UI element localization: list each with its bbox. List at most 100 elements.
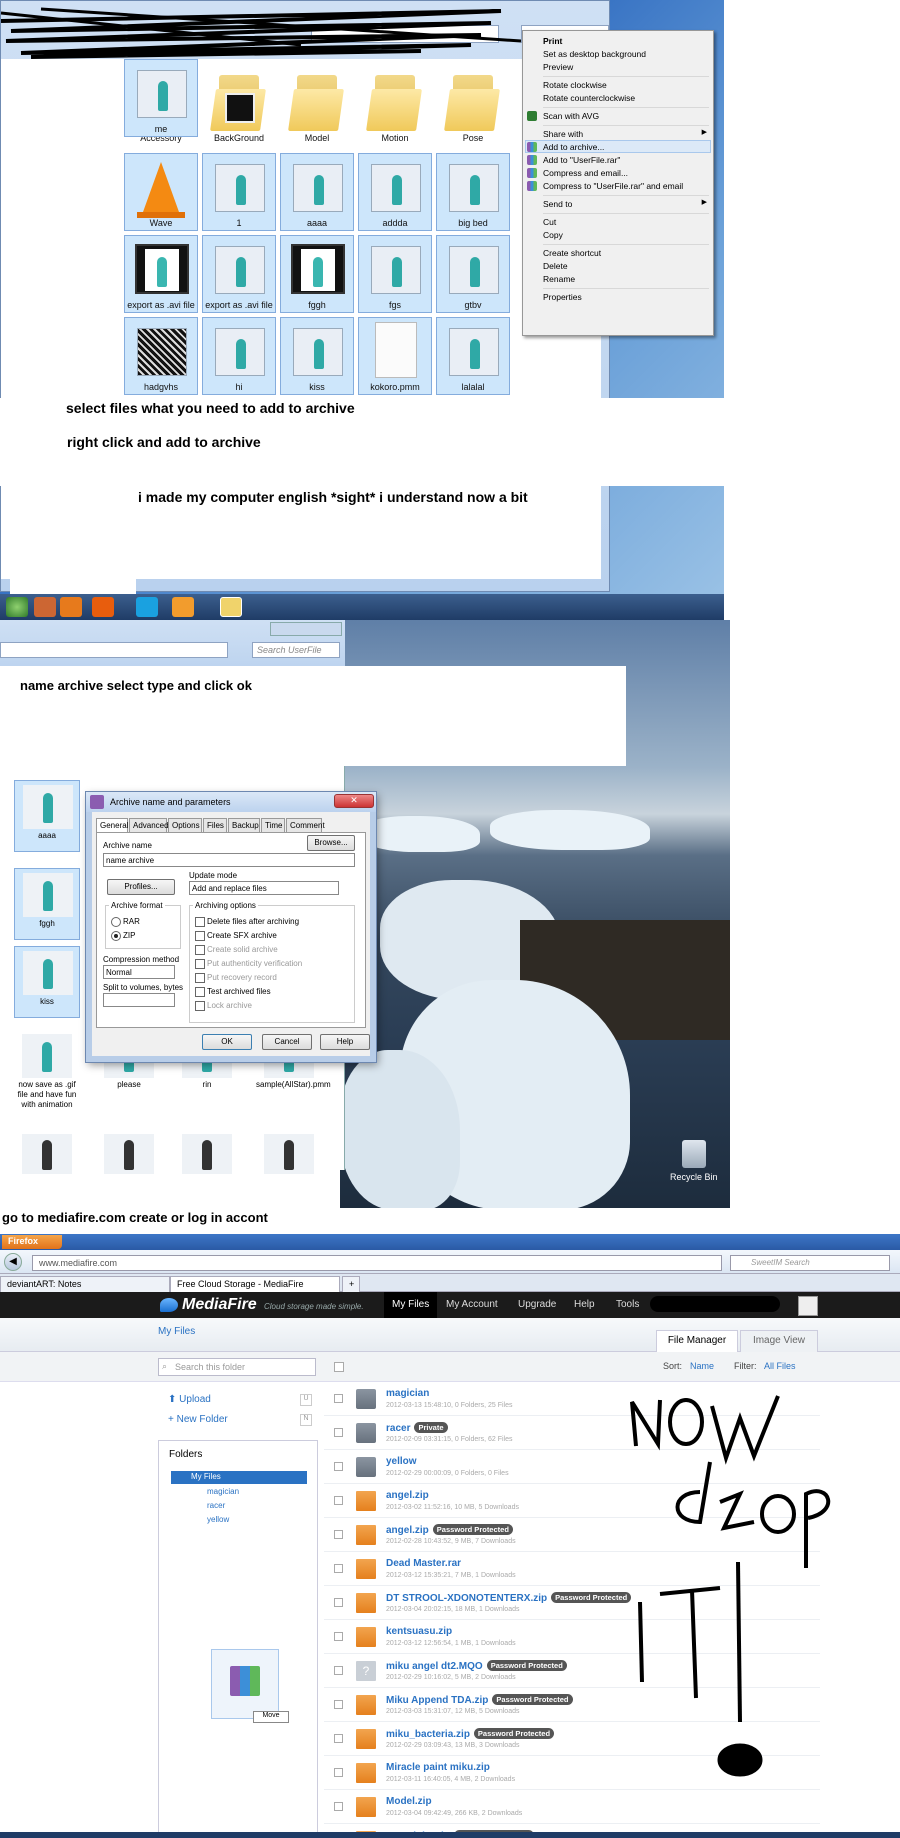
tree-my-files[interactable]: My Files (171, 1471, 307, 1484)
file-name[interactable]: yellow (386, 1456, 417, 1467)
file-name[interactable]: miku angel dt2.MQO Password Protected (386, 1660, 567, 1672)
nav-upgrade[interactable]: Upgrade (510, 1292, 564, 1318)
tab-image-view[interactable]: Image View (740, 1330, 818, 1352)
tree-magician[interactable]: magician (207, 1487, 239, 1496)
back-icon[interactable]: ◀ (4, 1253, 22, 1271)
option-checkbox[interactable]: Lock archive (195, 1001, 252, 1011)
file-name[interactable]: Miku Append TDA.zip Password Protected (386, 1694, 573, 1706)
format-rar-radio[interactable]: RAR (111, 917, 140, 927)
url-bar[interactable]: www.mediafire.com (32, 1255, 722, 1271)
file-item[interactable]: aaaa (14, 780, 80, 852)
file-item[interactable]: Motion (358, 67, 432, 145)
file-item[interactable]: Model (280, 67, 354, 145)
file-item[interactable]: addda (358, 153, 432, 231)
row-checkbox[interactable] (334, 1598, 343, 1607)
row-checkbox[interactable] (334, 1700, 343, 1709)
file-item[interactable]: Pose (436, 67, 510, 145)
file-item[interactable]: 1 (202, 153, 276, 231)
firefox-icon[interactable] (92, 597, 114, 617)
file-item[interactable]: kiss (280, 317, 354, 395)
file-name[interactable]: Miracle paint miku.zip (386, 1762, 490, 1773)
window-controls[interactable] (270, 622, 342, 636)
menu-item[interactable]: Send to (543, 198, 572, 210)
file-item[interactable]: big bed (436, 153, 510, 231)
new-folder-button[interactable]: + New Folder (168, 1414, 228, 1425)
help-button[interactable]: Help (320, 1034, 370, 1050)
select-all-checkbox[interactable] (334, 1362, 344, 1372)
option-checkbox[interactable]: Put authenticity verification (195, 959, 302, 969)
menu-item[interactable]: Rotate counterclockwise (543, 92, 635, 104)
tab-mediafire[interactable]: Free Cloud Storage - MediaFire (170, 1276, 340, 1292)
dialog-tab[interactable]: Advanced (129, 818, 169, 832)
file-name[interactable]: Dead Master.rar (386, 1558, 461, 1569)
row-checkbox[interactable] (334, 1564, 343, 1573)
dragged-archive[interactable] (211, 1649, 279, 1719)
row-checkbox[interactable] (334, 1802, 343, 1811)
tab-file-manager[interactable]: File Manager (656, 1330, 738, 1352)
upload-button[interactable]: ⬆ Upload (168, 1394, 211, 1405)
file-name[interactable]: kentsuasu.zip (386, 1626, 452, 1637)
nav-my-account[interactable]: My Account (438, 1292, 506, 1318)
folder-search-input[interactable]: Search this folder (158, 1358, 316, 1376)
nav-my-files[interactable]: My Files (384, 1292, 438, 1318)
file-name[interactable]: angel.zip Password Protected (386, 1524, 513, 1536)
file-item[interactable] (14, 1130, 80, 1202)
file-item[interactable]: export as .avi file (124, 235, 198, 313)
recycle-bin-icon[interactable] (682, 1140, 706, 1168)
file-item[interactable]: lalalal (436, 317, 510, 395)
menu-item[interactable]: Add to "UserFile.rar" (543, 154, 620, 166)
ok-button[interactable]: OK (202, 1034, 252, 1050)
row-checkbox[interactable] (334, 1462, 343, 1471)
file-name[interactable]: angel.zip (386, 1490, 429, 1501)
address-bar[interactable] (0, 642, 228, 658)
option-checkbox[interactable]: Delete files after archiving (195, 917, 299, 927)
menu-item[interactable]: Copy (543, 229, 563, 241)
option-checkbox[interactable]: Create solid archive (195, 945, 278, 955)
dialog-tab[interactable]: Files (203, 818, 227, 832)
menu-item[interactable]: Rename (543, 273, 575, 285)
file-item[interactable]: export as .avi file (202, 235, 276, 313)
dialog-tab[interactable]: Backup (228, 818, 260, 832)
tree-yellow[interactable]: yellow (207, 1515, 229, 1524)
row-checkbox[interactable] (334, 1734, 343, 1743)
firefox-menu-button[interactable]: Firefox (2, 1235, 62, 1249)
row-checkbox[interactable] (334, 1632, 343, 1641)
update-mode-select[interactable]: Add and replace files (189, 881, 339, 895)
tree-racer[interactable]: racer (207, 1501, 225, 1510)
file-item[interactable]: fgs (358, 235, 432, 313)
option-checkbox[interactable]: Put recovery record (195, 973, 277, 983)
dialog-tab[interactable]: Options (168, 818, 202, 832)
menu-item[interactable]: Properties (543, 291, 582, 303)
file-item[interactable] (96, 1130, 162, 1202)
tab-deviantart[interactable]: deviantART: Notes (0, 1276, 170, 1292)
row-checkbox[interactable] (334, 1394, 343, 1403)
cancel-button[interactable]: Cancel (262, 1034, 312, 1050)
file-item[interactable]: Wave (124, 153, 198, 231)
file-name[interactable]: Model.zip (386, 1796, 432, 1807)
explorer-icon[interactable] (34, 597, 56, 617)
mediafire-logo[interactable]: MediaFire (182, 1296, 257, 1314)
profiles-button[interactable]: Profiles... (107, 879, 175, 895)
option-checkbox[interactable]: Create SFX archive (195, 931, 277, 941)
row-checkbox[interactable] (334, 1530, 343, 1539)
avatar[interactable] (798, 1296, 818, 1316)
file-item[interactable]: fggh (280, 235, 354, 313)
file-item[interactable]: gtbv (436, 235, 510, 313)
folder-icon[interactable] (220, 597, 242, 617)
menu-item[interactable]: Share with (543, 128, 583, 140)
menu-item[interactable]: Compress to "UserFile.rar" and email (543, 180, 683, 192)
file-item[interactable] (174, 1130, 240, 1202)
dialog-tab[interactable]: Time (261, 818, 285, 832)
menu-item[interactable]: Scan with AVG (543, 110, 599, 122)
close-icon[interactable]: ✕ (334, 794, 374, 808)
file-item[interactable]: BackGround (202, 67, 276, 145)
menu-item[interactable]: Cut (543, 216, 556, 228)
filter-select[interactable]: All Files (764, 1361, 796, 1371)
web-search-input[interactable]: SweetIM Search (730, 1255, 890, 1271)
browse-button[interactable]: Browse... (307, 835, 355, 851)
archive-name-field[interactable]: name archive (103, 853, 355, 867)
file-item[interactable]: fggh (14, 868, 80, 940)
menu-item[interactable]: Delete (543, 260, 568, 272)
menu-item[interactable]: Add to archive... (543, 141, 604, 153)
row-checkbox[interactable] (334, 1496, 343, 1505)
